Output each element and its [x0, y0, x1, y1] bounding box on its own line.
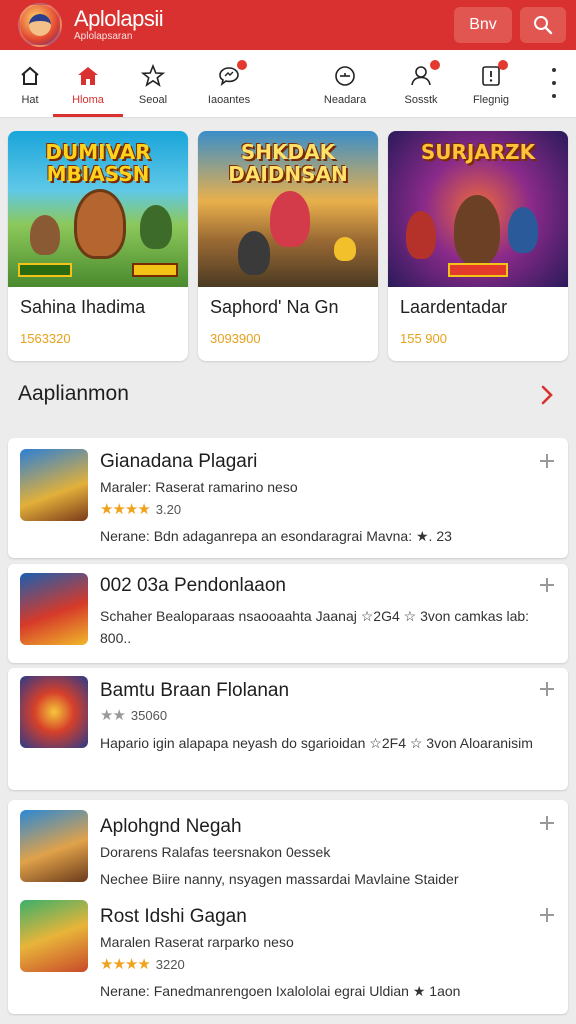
list-item[interactable]: Rost Idshi Gagan Maralen Raserat rarpark…: [8, 900, 568, 1010]
search-button[interactable]: [520, 7, 566, 43]
compass-icon: [333, 64, 357, 88]
home-filled-icon: [76, 64, 100, 88]
logo-avatar-icon: [29, 14, 51, 36]
app-title: Aplolapsii: [74, 6, 164, 31]
rating-stars-icon: ★★★★: [100, 956, 151, 973]
nav-item-hloma[interactable]: Hloma: [53, 50, 123, 118]
expand-icon[interactable]: [540, 816, 554, 830]
featured-art-title: DUMIVAR MBIASSN: [45, 140, 151, 186]
list-item-description: Schaher Bealoparaas nsaooaahta Jaanaj ☆2…: [100, 608, 530, 646]
rating-stars-icon: ★★★★: [100, 501, 151, 518]
nav-label: Flegnig: [472, 94, 510, 106]
people-icon: [408, 60, 440, 88]
app-header: Aplolapsii Aplolapsaran Bnv: [0, 0, 576, 50]
app-subtitle: Aplolapsaran: [74, 31, 133, 42]
nav-item-flegnig[interactable]: Flegnig: [456, 50, 526, 118]
rating-stars-icon: ★★: [100, 707, 126, 724]
top-nav: Hat Hloma Seoal Iaoantes Neadara Sosstk: [0, 50, 576, 118]
list-item-rating: ★★★★ 3220: [100, 955, 185, 973]
featured-count: 3093900: [210, 331, 261, 346]
app-thumbnail: [20, 900, 88, 972]
featured-title: Sahina Ihadima: [20, 297, 146, 317]
app-thumbnail: [20, 676, 88, 748]
app-logo[interactable]: [18, 3, 62, 47]
nav-item-neadara[interactable]: Neadara: [310, 50, 380, 118]
expand-icon[interactable]: [540, 454, 554, 468]
rating-value: 3.20: [155, 501, 182, 517]
nav-item-sosstk[interactable]: Sosstk: [386, 50, 456, 118]
featured-art: DUMIVAR MBIASSN: [8, 131, 188, 287]
list-group: Aplohgnd Negah Dorarens Ralafas teersnak…: [8, 800, 568, 1014]
notification-icon: [480, 60, 508, 88]
list-item-title: Aplohgnd Negah: [100, 816, 242, 837]
nav-label: Hloma: [72, 94, 104, 106]
list-item-description: Nechee Biire nanny, nsyagen massardai Ma…: [100, 871, 459, 887]
featured-count: 1563320: [20, 331, 71, 346]
star-outline-icon: [141, 64, 165, 88]
featured-carousel: DUMIVAR MBIASSN Sahina Ihadima 1563320 S…: [8, 131, 568, 361]
list-item-title: Bamtu Braan Flolanan: [100, 680, 290, 701]
list-item-rating: ★★★★ 3.20: [100, 500, 181, 518]
list-item-description: Hapario igin alapapa neyash do sgarioida…: [100, 735, 533, 751]
list-item-subtitle: Maralen Raserat rarparko neso: [100, 934, 294, 950]
rating-value: 3220: [155, 956, 185, 972]
rating-value: 35060: [130, 707, 168, 723]
nav-label: Sosstk: [404, 94, 438, 106]
app-thumbnail: [20, 449, 88, 521]
list-item-title: Gianadana Plagari: [100, 451, 258, 472]
featured-art: SHKDAK DAIDNSAN: [198, 131, 378, 287]
chevron-right-icon[interactable]: [540, 384, 554, 406]
list-item-title: Rost Idshi Gagan: [100, 906, 247, 927]
nav-item-seoal[interactable]: Seoal: [118, 50, 188, 118]
nav-label: Neadara: [323, 94, 367, 106]
search-icon: [534, 16, 553, 35]
header-text-button[interactable]: Bnv: [454, 7, 512, 43]
nav-label: Iaoantes: [207, 94, 251, 106]
list-item[interactable]: 002 03a Pendonlaaon Schaher Bealoparaas …: [8, 564, 568, 663]
notification-badge: [430, 60, 440, 70]
list-item-description: Nerane: Bdn adaganrepa an esondaragrai M…: [100, 528, 452, 544]
app-thumbnail: [20, 573, 88, 645]
list-item-description: Nerane: Fanedmanrengoen Ixalololai egrai…: [100, 983, 461, 999]
more-options-icon[interactable]: [552, 68, 558, 98]
nav-item-iaoantes[interactable]: Iaoantes: [194, 50, 264, 118]
expand-icon[interactable]: [540, 908, 554, 922]
app-thumbnail: [20, 810, 88, 882]
featured-title: Laardentadar: [400, 297, 508, 317]
nav-label: Seoal: [138, 94, 168, 106]
list-item[interactable]: Aplohgnd Negah Dorarens Ralafas teersnak…: [8, 800, 568, 900]
list-item-subtitle: Dorarens Ralafas teersnakon 0essek: [100, 844, 331, 860]
featured-title: Saphord' Na Gn: [210, 297, 339, 317]
list-item-title: 002 03a Pendonlaaon: [100, 575, 286, 596]
notification-badge: [237, 60, 247, 70]
notification-badge: [498, 60, 508, 70]
brand: Aplolapsii Aplolapsaran: [74, 6, 164, 42]
expand-icon[interactable]: [540, 682, 554, 696]
featured-art-title: SURJARZK: [420, 140, 536, 164]
list-item[interactable]: Bamtu Braan Flolanan ★★ 35060 Hapario ig…: [8, 668, 568, 790]
featured-count: 155 900: [400, 331, 447, 346]
nav-label: Hat: [21, 94, 39, 106]
featured-card[interactable]: SURJARZK Laardentadar 155 900: [388, 131, 568, 361]
list-item[interactable]: Gianadana Plagari Maraler: Raserat ramar…: [8, 438, 568, 558]
featured-card[interactable]: DUMIVAR MBIASSN Sahina Ihadima 1563320: [8, 131, 188, 361]
list-item-subtitle: Maraler: Raserat ramarino neso: [100, 479, 298, 495]
expand-icon[interactable]: [540, 578, 554, 592]
featured-card[interactable]: SHKDAK DAIDNSAN Saphord' Na Gn 3093900: [198, 131, 378, 361]
featured-art-title: SHKDAK DAIDNSAN: [228, 140, 348, 186]
section-header[interactable]: Aaplianmon: [0, 376, 576, 416]
list-item-rating: ★★ 35060: [100, 706, 167, 724]
home-outline-icon: [19, 64, 41, 88]
chat-icon: [217, 60, 247, 88]
featured-art: SURJARZK: [388, 131, 568, 287]
section-title: Aaplianmon: [18, 382, 129, 405]
